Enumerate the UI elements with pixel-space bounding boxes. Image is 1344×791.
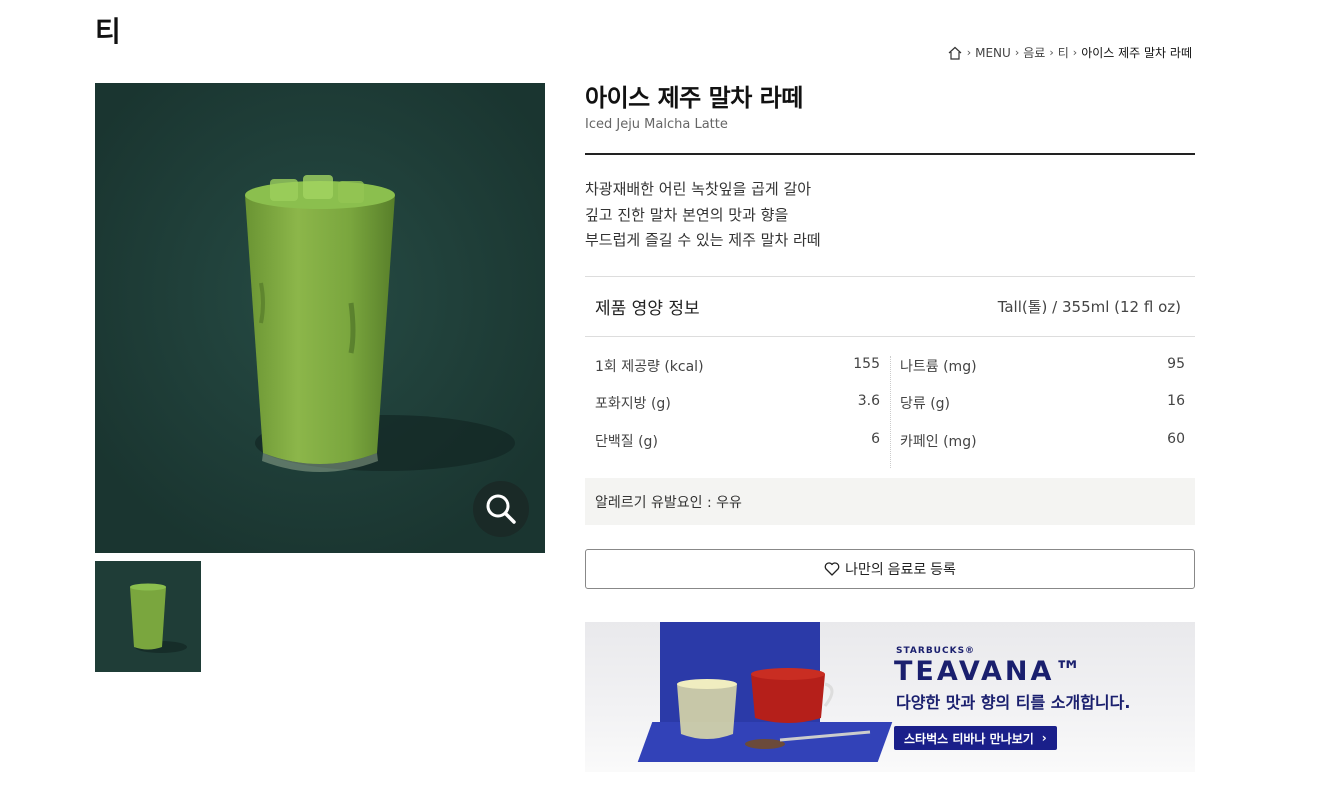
nutrition-label: 포화지방 (g) (595, 396, 671, 412)
nutrition-label: 당류 (g) (900, 396, 951, 412)
add-favorite-button[interactable]: 나만의 음료로 등록 (585, 549, 1195, 589)
teavana-logo: TEAVANA™ (894, 656, 1085, 687)
nutrition-value: 155 (853, 355, 880, 372)
description-line: 차광재배한 어린 녹찻잎을 곱게 갈아 (585, 180, 812, 198)
tea-cups-illustration (677, 668, 871, 749)
nutrition-row: 나트륨 (mg) 95 (900, 356, 1185, 394)
teavana-banner[interactable]: STARBUCKS® TEAVANA™ 다양한 맛과 향의 티를 소개합니다. … (585, 622, 1195, 772)
serving-size: Tall(톨) / 355ml (12 fl oz) (997, 297, 1181, 316)
breadcrumb-menu[interactable]: MENU (975, 46, 1011, 60)
nutrition-row: 단백질 (g) 6 (595, 431, 880, 469)
nutrition-label: 1회 제공량 (kcal) (595, 358, 704, 375)
home-icon[interactable] (947, 45, 963, 61)
add-favorite-label: 나만의 음료로 등록 (845, 561, 956, 577)
chevron-right-icon: › (1041, 731, 1047, 745)
page-title: 티 (95, 15, 121, 48)
chevron-right-icon: › (1072, 46, 1078, 59)
divider (585, 153, 1195, 155)
product-thumbnail[interactable] (95, 561, 201, 672)
product-info: 아이스 제주 말차 라떼 Iced Jeju Malcha Latte 차광재배… (585, 78, 1195, 589)
search-icon (486, 494, 516, 524)
nutrition-row: 당류 (g) 16 (900, 393, 1185, 431)
description-line: 부드럽게 즐길 수 있는 제주 말차 라떼 (585, 231, 821, 249)
nutrition-row: 1회 제공량 (kcal) 155 (595, 356, 880, 394)
banner-copy: 다양한 맛과 향의 티를 소개합니다. (896, 693, 1131, 712)
nutrition-value: 16 (1167, 393, 1185, 409)
chevron-right-icon: › (966, 46, 972, 59)
heart-icon (824, 562, 840, 576)
product-main-image (95, 83, 545, 553)
breadcrumb: › MENU › 음료 › 티 › 아이스 제주 말차 라떼 (947, 44, 1192, 61)
nutrition-value: 60 (1167, 430, 1185, 447)
banner-cta-button[interactable]: 스타벅스 티바나 만나보기 › (894, 726, 1057, 750)
nutrition-label: 카페인 (mg) (900, 433, 977, 450)
nutrition-column-right: 나트륨 (mg) 95 당류 (g) 16 카페인 (mg) 60 (890, 355, 1195, 469)
matcha-latte-thumbnail-photo (95, 561, 201, 672)
nutrition-row: 포화지방 (g) 3.6 (595, 393, 880, 431)
nutrition-header: 제품 영양 정보 Tall(톨) / 355ml (12 fl oz) (585, 275, 1195, 337)
nutrition-value: 6 (871, 430, 880, 447)
nutrition-value: 95 (1167, 355, 1185, 372)
breadcrumb-tea[interactable]: 티 (1058, 44, 1069, 61)
nutrition-column-left: 1회 제공량 (kcal) 155 포화지방 (g) 3.6 단백질 (g) 6 (585, 356, 890, 469)
nutrition-value: 3.6 (857, 393, 880, 409)
nutrition-row: 카페인 (mg) 60 (900, 431, 1185, 469)
banner-brand: STARBUCKS® (896, 646, 976, 656)
nutrition-label: 나트륨 (mg) (900, 358, 977, 375)
nutrition-label: 단백질 (g) (595, 433, 658, 450)
description-line: 깊고 진한 말차 본연의 맛과 향을 (585, 205, 789, 224)
zoom-button[interactable] (473, 481, 529, 537)
nutrition-title: 제품 영양 정보 (595, 298, 700, 319)
allergy-info: 알레르기 유발요인 : 우유 (585, 478, 1195, 525)
banner-cta-label: 스타벅스 티바나 만나보기 (904, 731, 1034, 746)
chevron-right-icon: › (1049, 46, 1054, 59)
product-name-english: Iced Jeju Malcha Latte (585, 117, 728, 132)
product-description: 차광재배한 어린 녹찻잎을 곱게 갈아 깊고 진한 말차 본연의 맛과 향을 부… (585, 177, 1195, 254)
breadcrumb-drinks[interactable]: 음료 (1023, 44, 1045, 61)
matcha-latte-photo (95, 83, 545, 553)
nutrition-table: 1회 제공량 (kcal) 155 포화지방 (g) 3.6 단백질 (g) 6… (585, 355, 1195, 469)
product-name: 아이스 제주 말차 라떼 (585, 84, 803, 112)
chevron-right-icon: › (1014, 46, 1020, 59)
breadcrumb-current[interactable]: 아이스 제주 말차 라떼 (1081, 44, 1192, 61)
